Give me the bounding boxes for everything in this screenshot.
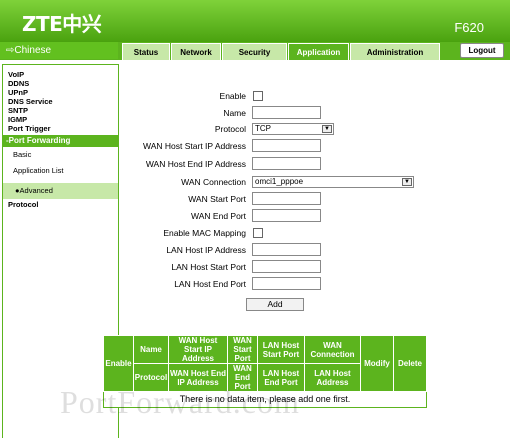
col-lan-host-start-port: LAN Host Start Port [257, 335, 305, 364]
header-banner: ZTE中兴 F620 [0, 0, 510, 42]
col-lan-host-address: LAN Host Address [304, 363, 361, 392]
col-name: Name [133, 335, 169, 364]
wan-end-port-label: WAN End Port [191, 211, 246, 221]
wan-start-port-label: WAN Start Port [188, 194, 246, 204]
col-wan-host-start: WAN Host Start IP Address [168, 335, 228, 364]
tab-network[interactable]: Network [171, 43, 221, 60]
wan-host-start-input[interactable] [252, 139, 321, 152]
wan-host-end-label: WAN Host End IP Address [145, 159, 246, 169]
wan-host-start-label: WAN Host Start IP Address [143, 141, 246, 151]
chevron-down-icon: ▼ [322, 125, 332, 133]
lan-host-start-port-label: LAN Host Start Port [171, 262, 246, 272]
name-label: Name [223, 108, 246, 118]
tab-status[interactable]: Status [122, 43, 170, 60]
lan-host-end-port-input[interactable] [252, 277, 321, 290]
lan-host-end-port-label: LAN Host End Port [174, 279, 246, 289]
chevron-down-icon: ▼ [402, 178, 412, 186]
logout-button[interactable]: Logout [460, 43, 504, 58]
wan-end-port-input[interactable] [252, 209, 321, 222]
lan-host-ip-input[interactable] [252, 243, 321, 256]
tab-security[interactable]: Security [222, 43, 287, 60]
mac-mapping-checkbox[interactable] [253, 228, 263, 238]
sidebar-item-voip[interactable]: VoIP [3, 71, 118, 79]
enable-label: Enable [219, 91, 246, 101]
lan-host-start-port-input[interactable] [252, 260, 321, 273]
sidebar-item-ddns[interactable]: DDNS [3, 80, 118, 88]
name-input[interactable] [252, 106, 321, 119]
language-switch[interactable]: ⇨Chinese [0, 42, 118, 59]
col-delete: Delete [393, 335, 427, 392]
language-label: Chinese [14, 45, 52, 56]
model-name: F620 [454, 20, 484, 35]
col-wan-connection: WAN Connection [304, 335, 361, 364]
protocol-value: TCP [255, 124, 271, 133]
wan-connection-select[interactable]: omci1_pppoe ▼ [252, 176, 414, 188]
col-wan-start-port: WAN Start Port [227, 335, 258, 364]
wan-host-end-input[interactable] [252, 157, 321, 170]
protocol-label: Protocol [214, 124, 246, 134]
tab-application[interactable]: Application [288, 43, 349, 60]
lan-host-ip-label: LAN Host IP Address [166, 245, 246, 255]
wan-connection-value: omci1_pppoe [255, 177, 304, 186]
protocol-select[interactable]: TCP ▼ [252, 123, 334, 135]
col-modify: Modify [360, 335, 394, 392]
mac-mapping-label: Enable MAC Mapping [163, 228, 246, 238]
tab-administration[interactable]: Administration [350, 43, 440, 60]
zte-logo: ZTE中兴 [22, 12, 102, 36]
watermark: PortForward.com [60, 384, 300, 420]
enable-checkbox[interactable] [253, 91, 263, 101]
wan-start-port-input[interactable] [252, 192, 321, 205]
add-button[interactable]: Add [246, 298, 304, 311]
wan-connection-label: WAN Connection [181, 177, 246, 187]
